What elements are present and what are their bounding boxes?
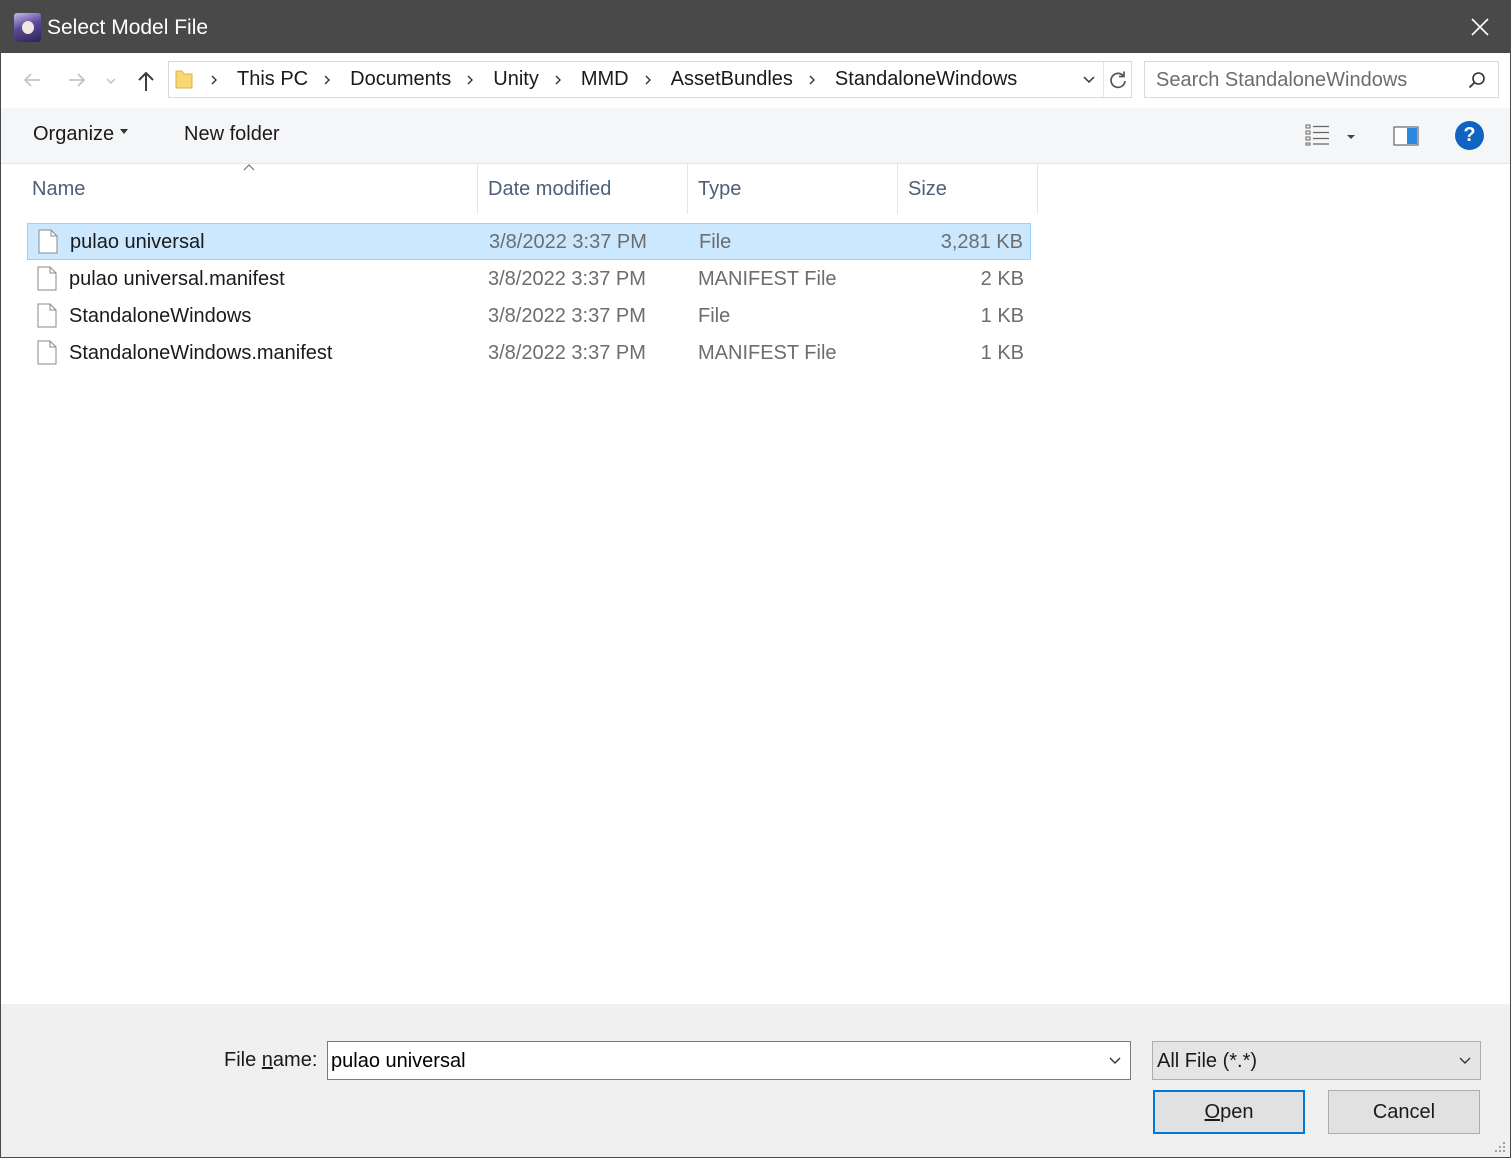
column-header-name-label: Name [32, 178, 86, 200]
column-header-date-modified[interactable]: Date modified [478, 164, 688, 214]
close-button[interactable] [1450, 1, 1510, 53]
organize-button[interactable]: Organize [33, 123, 129, 146]
details-view-icon [1305, 124, 1329, 146]
column-header-name[interactable]: Name [22, 164, 478, 214]
file-type-select[interactable]: All File (*.*) [1152, 1041, 1481, 1080]
file-size: 2 KB [980, 268, 1024, 290]
chevron-right-icon [467, 75, 474, 84]
help-button[interactable]: ? [1455, 121, 1484, 150]
chevron-down-icon [1083, 76, 1095, 84]
breadcrumb-unity[interactable]: Unity [489, 68, 543, 91]
search-input[interactable]: Search StandaloneWindows [1144, 61, 1499, 98]
file-name-label-pre: File [224, 1049, 262, 1071]
address-bar[interactable]: This PC Documents Unity MMD AssetBundles… [168, 61, 1132, 98]
command-toolbar: Organize New folder [1, 108, 1510, 164]
column-header-type-label: Type [698, 178, 742, 200]
chevron-right-icon [809, 75, 815, 84]
file-type: File [699, 231, 732, 253]
breadcrumb-documents[interactable]: Documents [346, 68, 455, 91]
file-type-selected: All File (*.*) [1157, 1050, 1258, 1072]
file-name-label-mnemonic: n [261, 1049, 273, 1071]
file-row-pulao-universal-manifest[interactable]: pulao universal.manifest 3/8/2022 3:37 P… [27, 261, 1031, 298]
arrow-right-icon [69, 73, 86, 87]
chevron-down-icon [1459, 1057, 1471, 1064]
file-row-standalonewindows-manifest[interactable]: StandaloneWindows.manifest 3/8/2022 3:37… [27, 335, 1031, 372]
open-label-rest: pen [1220, 1101, 1254, 1123]
open-label-mnemonic: O [1204, 1101, 1221, 1123]
breadcrumb-assetbundles[interactable]: AssetBundles [667, 68, 797, 91]
search-icon [1468, 72, 1485, 89]
organize-label: Organize [33, 123, 115, 145]
folder-icon [175, 70, 193, 89]
change-view-button[interactable] [1301, 122, 1361, 150]
search-placeholder: Search StandaloneWindows [1156, 69, 1408, 91]
file-name-label-post: ame: [272, 1049, 318, 1071]
column-header-type[interactable]: Type [688, 164, 898, 214]
title-bar: Select Model File [1, 1, 1510, 53]
file-date: 3/8/2022 3:37 PM [489, 231, 647, 253]
select-model-file-dialog: Select Model File This PC Documents Unit… [0, 0, 1511, 1158]
file-name-combobox[interactable] [327, 1041, 1131, 1080]
column-header-date-label: Date modified [488, 178, 612, 200]
new-folder-button[interactable]: New folder [184, 123, 280, 146]
window-title: Select Model File [47, 16, 209, 39]
navigation-bar: This PC Documents Unity MMD AssetBundles… [1, 53, 1510, 108]
refresh-button[interactable] [1103, 62, 1131, 97]
file-type: MANIFEST File [698, 342, 837, 364]
caret-down-icon [1347, 135, 1355, 139]
address-history-button[interactable] [1077, 62, 1101, 97]
bottom-panel: File name: All File (*.*) Open Cancel [1, 1004, 1510, 1157]
chevron-down-icon[interactable] [1108, 1054, 1122, 1068]
open-button[interactable]: Open [1153, 1090, 1305, 1134]
file-date: 3/8/2022 3:37 PM [488, 342, 646, 364]
arrow-up-icon [138, 71, 154, 91]
cancel-button[interactable]: Cancel [1328, 1090, 1480, 1134]
chevron-right-icon [645, 75, 651, 84]
file-row-pulao-universal[interactable]: pulao universal 3/8/2022 3:37 PM File 3,… [27, 223, 1031, 260]
breadcrumb-mmd[interactable]: MMD [577, 68, 633, 91]
file-icon [37, 340, 57, 365]
file-name: StandaloneWindows [69, 305, 252, 327]
breadcrumb: This PC Documents Unity MMD AssetBundles… [207, 62, 1021, 97]
column-header-size-label: Size [908, 178, 947, 200]
file-size: 1 KB [980, 342, 1024, 364]
file-row-standalonewindows[interactable]: StandaloneWindows 3/8/2022 3:37 PM File … [27, 298, 1031, 335]
forward-button[interactable] [62, 65, 92, 95]
up-button[interactable] [131, 65, 161, 95]
preview-pane-button[interactable] [1389, 122, 1423, 150]
chevron-right-icon [211, 75, 217, 84]
file-size: 3,281 KB [940, 231, 1023, 253]
file-type: File [698, 305, 731, 327]
app-icon [14, 13, 41, 42]
resize-grip-icon[interactable] [1494, 1141, 1506, 1153]
breadcrumb-this-pc[interactable]: This PC [233, 68, 312, 91]
file-size: 1 KB [980, 305, 1024, 327]
chevron-down-icon [106, 78, 116, 85]
chevron-right-icon [324, 75, 331, 84]
file-name: pulao universal.manifest [69, 268, 285, 290]
file-name: pulao universal [70, 231, 205, 253]
file-icon [37, 303, 57, 328]
breadcrumb-standalonewindows[interactable]: StandaloneWindows [831, 68, 1021, 91]
refresh-icon [1110, 71, 1126, 89]
file-name-label: File name: [224, 1049, 317, 1072]
file-type: MANIFEST File [698, 268, 837, 290]
file-name: StandaloneWindows.manifest [69, 342, 333, 364]
file-icon [37, 266, 57, 291]
arrow-left-icon [23, 73, 40, 87]
file-icon [38, 229, 58, 254]
file-date: 3/8/2022 3:37 PM [488, 268, 646, 290]
file-list: Name Date modified Type Size pulao unive… [1, 164, 1510, 1004]
chevron-right-icon [555, 75, 561, 84]
column-header-size[interactable]: Size [898, 164, 1038, 214]
preview-pane-icon [1393, 126, 1419, 146]
file-name-input[interactable] [331, 1047, 1091, 1075]
close-icon [1471, 18, 1489, 36]
back-button[interactable] [17, 65, 47, 95]
caret-down-icon [120, 129, 129, 135]
recent-locations-button[interactable] [99, 65, 123, 95]
file-date: 3/8/2022 3:37 PM [488, 305, 646, 327]
